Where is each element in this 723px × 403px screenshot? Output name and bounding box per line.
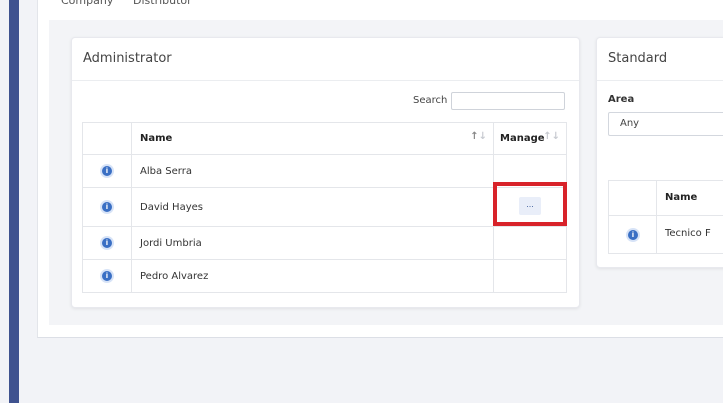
standard-card-header: Standard	[597, 38, 723, 81]
table-row: i Alba Serra	[82, 154, 567, 188]
row-name: Jordi Umbria	[131, 226, 494, 260]
standard-name-column-header[interactable]: Name	[665, 192, 697, 203]
manage-column-header[interactable]: Manage ↑↓	[493, 122, 567, 155]
search-label: Search	[413, 95, 448, 106]
sort-arrows-icon[interactable]: ↑↓	[543, 131, 560, 142]
info-icon[interactable]: i	[100, 164, 114, 178]
standard-card: Standard Area Any Name i Tecnico F	[596, 37, 723, 268]
icon-column-header	[82, 122, 132, 155]
table-header-row: Name ↑↓ Manage ↑↓	[82, 122, 567, 155]
row-name: Pedro Alvarez	[131, 259, 494, 293]
name-column-header[interactable]: Name ↑↓	[131, 122, 494, 155]
row-name: David Hayes	[131, 187, 494, 227]
tab-company[interactable]: Company	[61, 0, 113, 8]
administrator-title: Administrator	[83, 51, 172, 66]
info-icon[interactable]: i	[100, 269, 114, 283]
administrator-card-header: Administrator	[72, 38, 579, 81]
standard-table: Name i Tecnico F	[608, 180, 723, 254]
tab-bar: Company Distributor	[49, 0, 723, 20]
info-icon[interactable]: i	[100, 200, 114, 214]
manage-cell	[493, 154, 567, 188]
table-row: i Pedro Alvarez	[82, 259, 567, 293]
administrator-table: Name ↑↓ Manage ↑↓ i Alba Serra i David H…	[82, 122, 567, 293]
manage-button[interactable]: ...	[519, 197, 541, 215]
table-row: i Jordi Umbria	[82, 226, 567, 260]
row-name: Tecnico F	[665, 228, 711, 239]
sort-arrows-icon[interactable]: ↑↓	[470, 131, 487, 142]
left-sidebar-strip	[9, 0, 19, 403]
info-icon[interactable]: i	[626, 228, 640, 242]
table-row: i David Hayes ...	[82, 187, 567, 227]
search-input[interactable]	[451, 92, 565, 110]
info-icon[interactable]: i	[100, 236, 114, 250]
tab-distributor[interactable]: Distributor	[133, 0, 192, 8]
standard-title: Standard	[608, 51, 668, 66]
row-name: Alba Serra	[131, 154, 494, 188]
manage-cell	[493, 226, 567, 260]
manage-column-label: Manage	[500, 133, 545, 144]
manage-cell: ...	[493, 187, 567, 227]
area-select[interactable]: Any	[608, 112, 723, 136]
area-label: Area	[608, 94, 635, 105]
name-column-label: Name	[140, 133, 173, 144]
manage-cell	[493, 259, 567, 293]
